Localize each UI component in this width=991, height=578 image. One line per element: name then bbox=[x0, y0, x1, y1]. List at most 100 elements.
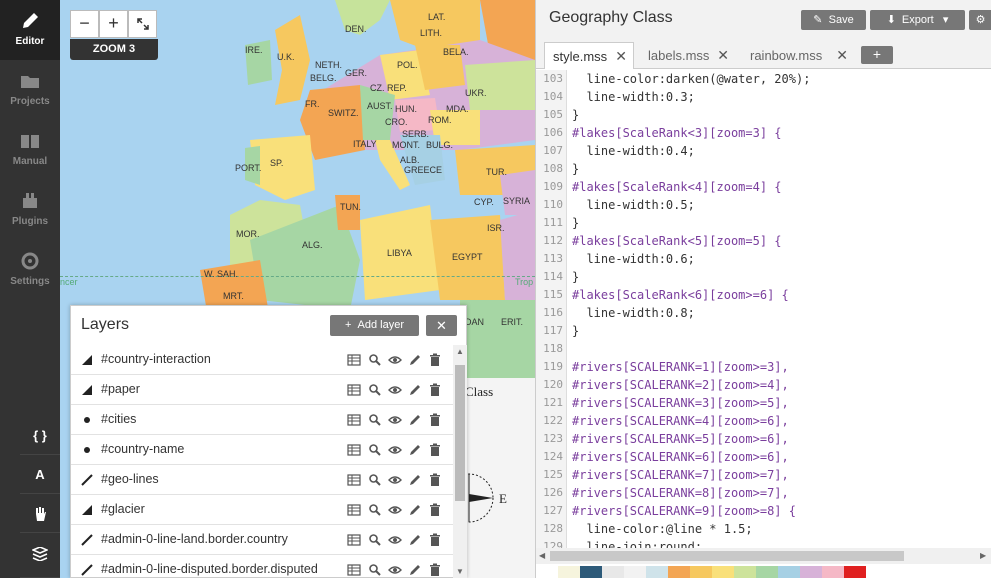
color-swatch[interactable] bbox=[800, 566, 822, 578]
eye-icon[interactable] bbox=[388, 503, 402, 517]
close-layers-button[interactable]: ✕ bbox=[426, 315, 457, 336]
font-tool-button[interactable]: A bbox=[20, 456, 60, 494]
eye-icon[interactable] bbox=[388, 563, 402, 577]
color-swatch[interactable] bbox=[624, 566, 646, 578]
rail-item-plugins[interactable]: Plugins bbox=[0, 180, 60, 240]
search-icon[interactable] bbox=[368, 563, 382, 577]
trash-icon[interactable] bbox=[428, 503, 442, 517]
tab-rainbow-mss[interactable]: rainbow.mss ✕ bbox=[742, 42, 854, 69]
color-swatch[interactable] bbox=[712, 566, 734, 578]
add-layer-button[interactable]: + Add layer bbox=[330, 315, 419, 336]
search-icon[interactable] bbox=[368, 353, 382, 367]
search-icon[interactable] bbox=[368, 413, 382, 427]
color-swatch[interactable] bbox=[822, 566, 844, 578]
scroll-down-icon[interactable]: ▼ bbox=[455, 567, 465, 577]
pencil-icon[interactable] bbox=[408, 383, 422, 397]
color-swatch[interactable] bbox=[536, 566, 558, 578]
color-swatch[interactable] bbox=[734, 566, 756, 578]
table-icon[interactable] bbox=[347, 473, 361, 487]
scroll-left-icon[interactable]: ◀ bbox=[539, 551, 545, 560]
zoom-out-button[interactable]: − bbox=[70, 10, 99, 38]
trash-icon[interactable] bbox=[428, 413, 442, 427]
settings-wrench-button[interactable]: ⚙ bbox=[969, 10, 991, 30]
tab-style-mss[interactable]: style.mss ✕ bbox=[544, 42, 634, 69]
layers-tool-button[interactable] bbox=[20, 534, 60, 578]
pencil-icon[interactable] bbox=[408, 353, 422, 367]
horizontal-scrollbar[interactable]: ◀ ▶ bbox=[536, 548, 991, 564]
trash-icon[interactable] bbox=[428, 533, 442, 547]
color-swatch[interactable] bbox=[646, 566, 668, 578]
code-line: 107 line-width:0.4; bbox=[536, 142, 991, 160]
table-icon[interactable] bbox=[347, 533, 361, 547]
color-swatch[interactable] bbox=[844, 566, 866, 578]
pencil-icon[interactable] bbox=[408, 503, 422, 517]
pencil-icon[interactable] bbox=[408, 473, 422, 487]
rail-item-projects[interactable]: Projects bbox=[0, 60, 60, 120]
color-swatch[interactable] bbox=[602, 566, 624, 578]
search-icon[interactable] bbox=[368, 443, 382, 457]
layer-row[interactable]: #geo-lines bbox=[71, 465, 453, 495]
layer-row[interactable]: #country-name bbox=[71, 435, 453, 465]
pencil-icon[interactable] bbox=[408, 533, 422, 547]
close-icon[interactable]: ✕ bbox=[615, 43, 627, 70]
color-swatch[interactable] bbox=[756, 566, 778, 578]
export-button[interactable]: ⬇ Export ▾ bbox=[870, 10, 965, 30]
eye-icon[interactable] bbox=[388, 353, 402, 367]
layer-row[interactable]: #admin-0-line-disputed.border.disputed bbox=[71, 555, 453, 578]
tab-labels-mss[interactable]: labels.mss ✕ bbox=[640, 42, 735, 69]
table-icon[interactable] bbox=[347, 383, 361, 397]
layers-scrollbar[interactable]: ▲ ▼ bbox=[453, 345, 467, 578]
pan-tool-button[interactable] bbox=[20, 495, 60, 533]
search-icon[interactable] bbox=[368, 473, 382, 487]
search-icon[interactable] bbox=[368, 533, 382, 547]
scrollbar-thumb[interactable] bbox=[455, 365, 465, 501]
code-area[interactable]: 103 line-color:darken(@water, 20%); 104 l… bbox=[536, 70, 991, 548]
rail-item-settings[interactable]: Settings bbox=[0, 240, 60, 300]
color-swatch[interactable] bbox=[778, 566, 800, 578]
scroll-right-icon[interactable]: ▶ bbox=[980, 551, 986, 560]
zoom-in-button[interactable]: + bbox=[99, 10, 128, 38]
close-icon[interactable]: ✕ bbox=[717, 42, 729, 69]
table-icon[interactable] bbox=[347, 563, 361, 577]
code-tool-button[interactable]: { } bbox=[20, 417, 60, 455]
eye-icon[interactable] bbox=[388, 383, 402, 397]
trash-icon[interactable] bbox=[428, 353, 442, 367]
trash-icon[interactable] bbox=[428, 443, 442, 457]
trash-icon[interactable] bbox=[428, 563, 442, 577]
layer-row[interactable]: #country-interaction bbox=[71, 345, 453, 375]
eye-icon[interactable] bbox=[388, 533, 402, 547]
color-swatch[interactable] bbox=[558, 566, 580, 578]
fullscreen-button[interactable] bbox=[128, 10, 157, 38]
new-tab-button[interactable]: + bbox=[861, 46, 893, 64]
code-line: 121 #rivers[SCALERANK=3][zoom>=5], bbox=[536, 394, 991, 412]
layer-row[interactable]: #paper bbox=[71, 375, 453, 405]
trash-icon[interactable] bbox=[428, 383, 442, 397]
layer-row[interactable]: #admin-0-line-land.border.country bbox=[71, 525, 453, 555]
table-icon[interactable] bbox=[347, 353, 361, 367]
layer-row[interactable]: #cities bbox=[71, 405, 453, 435]
eye-icon[interactable] bbox=[388, 443, 402, 457]
color-swatch[interactable] bbox=[580, 566, 602, 578]
table-icon[interactable] bbox=[347, 443, 361, 457]
eye-icon[interactable] bbox=[388, 473, 402, 487]
color-swatch[interactable] bbox=[866, 566, 888, 578]
rail-item-manual[interactable]: Manual bbox=[0, 120, 60, 180]
code-line: 113 line-width:0.6; bbox=[536, 250, 991, 268]
trash-icon[interactable] bbox=[428, 473, 442, 487]
pencil-icon[interactable] bbox=[408, 563, 422, 577]
table-icon[interactable] bbox=[347, 503, 361, 517]
close-icon[interactable]: ✕ bbox=[836, 42, 848, 69]
color-swatch[interactable] bbox=[668, 566, 690, 578]
eye-icon[interactable] bbox=[388, 413, 402, 427]
table-icon[interactable] bbox=[347, 413, 361, 427]
rail-item-editor[interactable]: Editor bbox=[0, 0, 60, 60]
color-swatch[interactable] bbox=[690, 566, 712, 578]
save-button[interactable]: ✎ Save bbox=[801, 10, 866, 30]
scrollbar-thumb[interactable] bbox=[550, 551, 904, 561]
layer-row[interactable]: #glacier bbox=[71, 495, 453, 525]
pencil-icon[interactable] bbox=[408, 443, 422, 457]
pencil-icon[interactable] bbox=[408, 413, 422, 427]
scroll-up-icon[interactable]: ▲ bbox=[455, 347, 465, 357]
search-icon[interactable] bbox=[368, 383, 382, 397]
search-icon[interactable] bbox=[368, 503, 382, 517]
